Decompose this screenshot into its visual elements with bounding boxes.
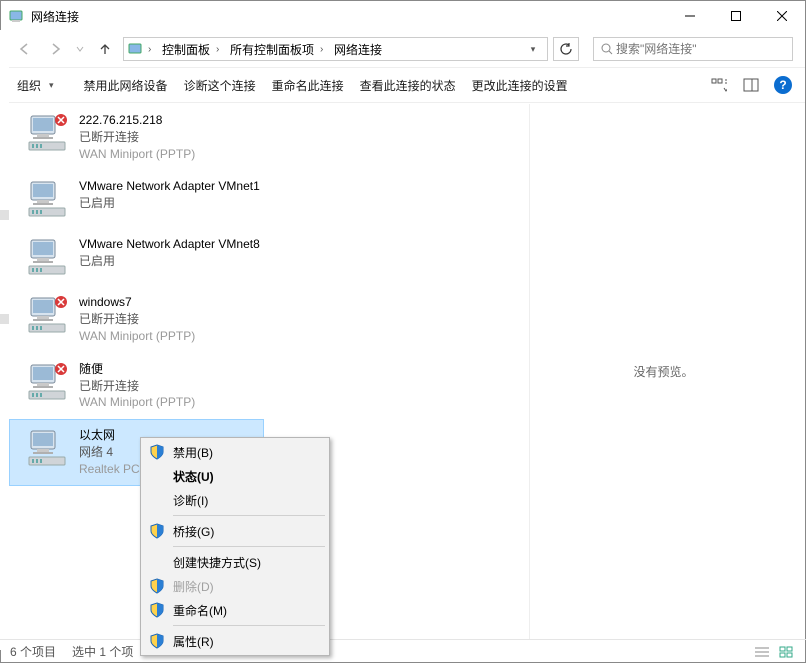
crumb-network-connections[interactable]: 网络连接: [330, 41, 386, 58]
selection-count: 选中 1 个项: [72, 643, 133, 660]
connection-text: 222.76.215.218已断开连接WAN Miniport (PPTP): [79, 112, 195, 162]
help-button[interactable]: ?: [769, 73, 797, 97]
connection-status: 已断开连接: [79, 378, 195, 395]
network-adapter-icon: [27, 236, 69, 278]
connection-name: 随便: [79, 361, 195, 378]
ctx-diagnose[interactable]: 诊断(I): [143, 488, 327, 512]
window-title: 网络连接: [31, 8, 79, 25]
no-preview-text: 没有预览。: [633, 363, 693, 380]
crumb-all-items[interactable]: 所有控制面板项: [226, 41, 318, 58]
connection-item[interactable]: 随便已断开连接WAN Miniport (PPTP): [9, 353, 529, 419]
nav-back-button[interactable]: [13, 37, 37, 61]
chevron-right-icon[interactable]: ›: [216, 44, 224, 55]
nav-up-button[interactable]: [93, 37, 117, 61]
address-bar: › 控制面板 › 所有控制面板项 › 网络连接 ▾: [1, 31, 805, 67]
help-icon: ?: [774, 76, 792, 94]
connection-name: VMware Network Adapter VMnet8: [79, 236, 260, 253]
connection-driver: WAN Miniport (PPTP): [79, 394, 195, 411]
ctx-status[interactable]: 状态(U): [143, 464, 327, 488]
command-toolbar: 组织 禁用此网络设备 诊断这个连接 重命名此连接 查看此连接的状态 更改此连接的…: [1, 67, 805, 103]
connection-status: 已断开连接: [79, 311, 195, 328]
connection-status: 网络 4: [79, 444, 143, 461]
location-icon: [128, 41, 144, 57]
ctx-bridge[interactable]: 桥接(G): [143, 519, 327, 543]
connection-driver: Realtek PCI: [79, 461, 143, 478]
ctx-shortcut[interactable]: 创建快捷方式(S): [143, 550, 327, 574]
connection-status: 已启用: [79, 195, 260, 212]
separator: [173, 625, 325, 626]
connection-text: VMware Network Adapter VMnet8已启用: [79, 236, 260, 270]
preview-pane: 没有预览。: [529, 104, 797, 639]
connection-name: windows7: [79, 294, 195, 311]
address-box[interactable]: › 控制面板 › 所有控制面板项 › 网络连接 ▾: [123, 37, 548, 61]
shield-icon: [149, 444, 165, 460]
ctx-disable[interactable]: 禁用(B): [143, 440, 327, 464]
content-area: 222.76.215.218已断开连接WAN Miniport (PPTP)VM…: [9, 104, 797, 639]
connection-name: 222.76.215.218: [79, 112, 195, 129]
connection-name: 以太网: [79, 427, 143, 444]
minimize-button[interactable]: [667, 1, 713, 31]
rename-button[interactable]: 重命名此连接: [264, 73, 352, 98]
refresh-button[interactable]: [553, 37, 579, 61]
connection-text: VMware Network Adapter VMnet1已启用: [79, 178, 260, 212]
ctx-properties[interactable]: 属性(R): [143, 629, 327, 653]
connection-item[interactable]: windows7已断开连接WAN Miniport (PPTP): [9, 286, 529, 352]
details-view-button[interactable]: [752, 644, 772, 660]
network-adapter-icon: [27, 294, 69, 336]
separator: [173, 546, 325, 547]
window-icon: [9, 8, 25, 24]
search-box[interactable]: [593, 37, 793, 61]
shield-icon: [149, 633, 165, 649]
crumb-control-panel[interactable]: 控制面板: [158, 41, 214, 58]
item-count: 6 个项目: [10, 643, 56, 660]
connection-item[interactable]: 222.76.215.218已断开连接WAN Miniport (PPTP): [9, 104, 529, 170]
connection-item[interactable]: VMware Network Adapter VMnet1已启用: [9, 170, 529, 228]
nav-forward-button[interactable]: [43, 37, 67, 61]
network-adapter-icon: [27, 112, 69, 154]
ctx-rename[interactable]: 重命名(M): [143, 598, 327, 622]
connection-driver: WAN Miniport (PPTP): [79, 328, 195, 345]
diagnose-button[interactable]: 诊断这个连接: [176, 73, 264, 98]
connection-item[interactable]: VMware Network Adapter VMnet8已启用: [9, 228, 529, 286]
ctx-delete: 删除(D): [143, 574, 327, 598]
connection-status: 已启用: [79, 253, 260, 270]
network-adapter-icon: [27, 178, 69, 220]
status-bar: 6 个项目 选中 1 个项: [0, 639, 806, 663]
connection-text: 随便已断开连接WAN Miniport (PPTP): [79, 361, 195, 411]
connection-text: 以太网网络 4Realtek PCI: [79, 427, 143, 477]
large-icons-view-button[interactable]: [776, 644, 796, 660]
change-settings-button[interactable]: 更改此连接的设置: [464, 73, 576, 98]
network-adapter-icon: [27, 361, 69, 403]
maximize-button[interactable]: [713, 1, 759, 31]
preview-pane-button[interactable]: [737, 73, 765, 97]
search-icon: [600, 42, 614, 56]
connection-driver: WAN Miniport (PPTP): [79, 146, 195, 163]
network-adapter-icon: [27, 427, 69, 469]
context-menu: 禁用(B) 状态(U) 诊断(I) 桥接(G) 创建快捷方式(S) 删除(D) …: [140, 437, 330, 656]
view-options-button[interactable]: [705, 73, 733, 97]
view-status-button[interactable]: 查看此连接的状态: [352, 73, 464, 98]
disable-device-button[interactable]: 禁用此网络设备: [76, 73, 176, 98]
organize-button[interactable]: 组织: [9, 73, 62, 98]
connection-status: 已断开连接: [79, 129, 195, 146]
left-edge: [0, 30, 9, 650]
connection-text: windows7已断开连接WAN Miniport (PPTP): [79, 294, 195, 344]
chevron-right-icon[interactable]: ›: [148, 44, 156, 55]
separator: [173, 515, 325, 516]
nav-history-dropdown[interactable]: [73, 37, 87, 61]
titlebar: 网络连接: [1, 1, 805, 31]
shield-icon: [149, 523, 165, 539]
address-dropdown-icon[interactable]: ▾: [523, 44, 543, 55]
close-button[interactable]: [759, 1, 805, 31]
search-input[interactable]: [614, 41, 786, 57]
connection-name: VMware Network Adapter VMnet1: [79, 178, 260, 195]
shield-icon: [149, 578, 165, 594]
shield-icon: [149, 602, 165, 618]
chevron-right-icon[interactable]: ›: [320, 44, 328, 55]
